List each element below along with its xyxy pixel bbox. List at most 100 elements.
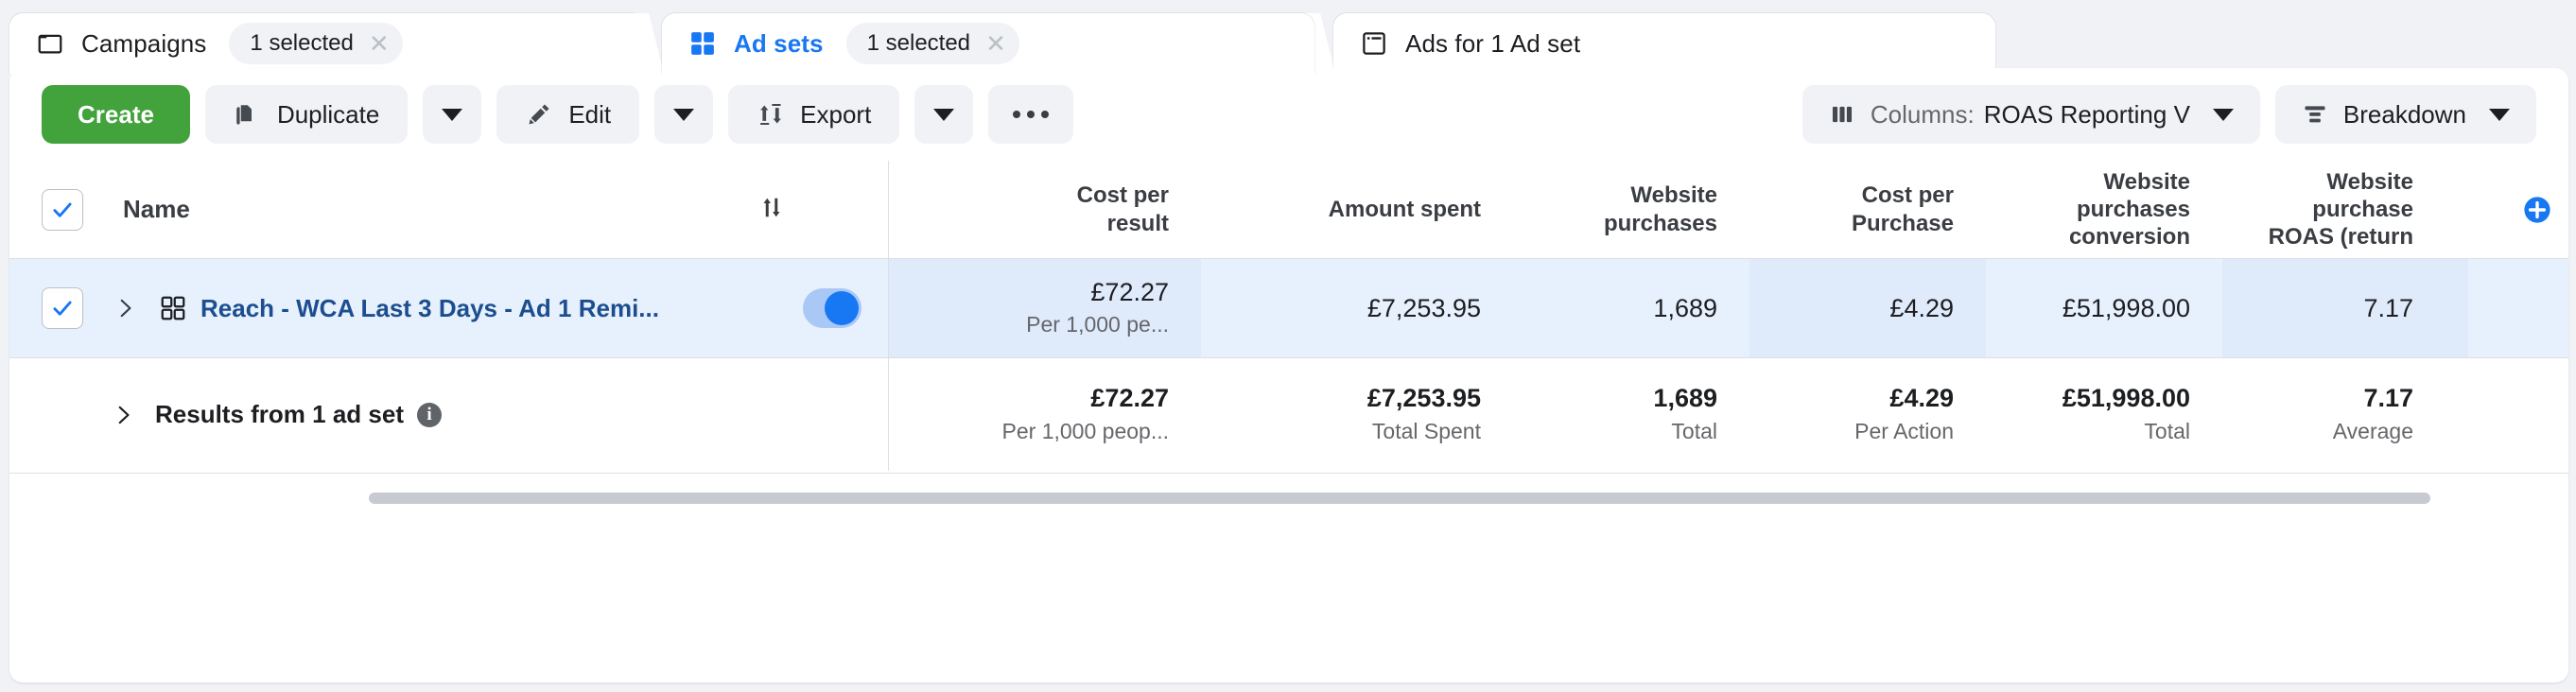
tab-campaigns-selected-count: 1 selected [250, 30, 354, 56]
cell-value: £51,998.00 [2062, 293, 2190, 322]
summary-cell-cost-per-result: £72.27 Per 1,000 peop... [889, 358, 1201, 471]
column-header-website-purchases[interactable]: Website purchases [1513, 161, 1749, 258]
row-name-cell: Reach - WCA Last 3 Days - Ad 1 Remi... [9, 259, 889, 357]
cell-value: £72.27 [1090, 384, 1169, 413]
cell-subtext: Total [2144, 418, 2190, 443]
tab-ad-sets-selected-count: 1 selected [866, 30, 971, 56]
cell-value: £4.29 [1889, 293, 1954, 322]
horizontal-scrollbar[interactable] [9, 486, 2568, 510]
summary-cell-website-purchase-roas: 7.17 Average [2222, 358, 2468, 471]
tab-ad-sets[interactable]: Ad sets 1 selected ✕ [662, 13, 1314, 74]
summary-name-cell: Results from 1 ad set i [9, 358, 889, 471]
column-header-label: Cost per Purchase [1851, 182, 1954, 236]
chevron-down-icon [673, 108, 695, 121]
tab-ad-sets-label: Ad sets [734, 28, 824, 58]
cell-value: 1,689 [1653, 384, 1717, 413]
duplicate-icon [234, 100, 262, 129]
cell-value: 7.17 [2363, 293, 2413, 322]
column-header-label: Website purchases [1603, 182, 1717, 236]
toggle-knob [825, 291, 859, 325]
column-header-website-purchases-conversion[interactable]: Website purchases conversion [1986, 161, 2222, 258]
cell-value: £4.29 [1889, 384, 1954, 413]
chevron-down-icon [2489, 108, 2510, 121]
column-header-amount-spent[interactable]: Amount spent [1201, 161, 1513, 258]
create-button[interactable]: Create [42, 85, 190, 144]
sort-updown-icon[interactable] [757, 193, 786, 226]
main-panel: Create Duplicate Edit Export Columns: RO… [9, 68, 2568, 683]
columns-button-prefix: Columns: [1870, 99, 1975, 129]
tab-ad-sets-selection-pill[interactable]: 1 selected ✕ [845, 23, 1020, 64]
summary-cell-website-purchases-conversion: £51,998.00 Total [1986, 358, 2222, 471]
tab-ads-for-ad-set[interactable]: Ads for 1 Ad set [1333, 13, 1995, 74]
cell-website-purchases[interactable]: 1,689 [1513, 259, 1749, 357]
summary-cell-website-purchases: 1,689 Total [1513, 358, 1749, 471]
pencil-icon [525, 100, 553, 129]
breakdown-button[interactable]: Breakdown [2274, 85, 2536, 144]
chevron-right-icon[interactable] [104, 296, 146, 320]
breakdown-button-label: Breakdown [2342, 99, 2466, 129]
export-dropdown-button[interactable] [914, 85, 974, 144]
ellipsis-icon [1013, 111, 1050, 118]
cell-cost-per-result[interactable]: £72.27 Per 1,000 pe... [889, 259, 1201, 357]
table-bottom-divider [9, 473, 2568, 474]
cell-subtext: Per Action [1854, 418, 1954, 443]
summary-cell-cost-per-purchase: £4.29 Per Action [1749, 358, 1986, 471]
column-header-label: Cost per result [1076, 182, 1169, 236]
chevron-down-icon [933, 108, 955, 121]
column-header-cost-per-purchase[interactable]: Cost per Purchase [1749, 161, 1986, 258]
edit-button[interactable]: Edit [496, 85, 640, 144]
duplicate-dropdown-button[interactable] [423, 85, 482, 144]
ad-sets-table: Name Cost per result Amount spent Websit… [9, 161, 2568, 683]
cell-value: £7,253.95 [1366, 293, 1481, 322]
folder-icon [36, 29, 64, 58]
cell-website-purchase-roas[interactable]: 7.17 [2222, 259, 2468, 357]
table-summary-row: Results from 1 ad set i £72.27 Per 1,000… [9, 357, 2568, 471]
toolbar: Create Duplicate Edit Export Columns: RO… [9, 68, 2568, 161]
tab-campaigns-label: Campaigns [81, 28, 207, 58]
column-header-label: Amount spent [1328, 196, 1481, 222]
cell-subtext: Average [2332, 418, 2413, 443]
column-header-cost-per-result[interactable]: Cost per result [889, 161, 1201, 258]
close-icon[interactable]: ✕ [367, 31, 392, 56]
close-icon[interactable]: ✕ [983, 31, 1008, 56]
scrollbar-thumb[interactable] [369, 493, 2430, 504]
cell-value: £7,253.95 [1366, 384, 1481, 413]
info-icon[interactable]: i [416, 402, 442, 427]
cell-subtext: Per 1,000 peop... [1001, 418, 1169, 443]
cell-value: £51,998.00 [2062, 384, 2190, 413]
grid-icon [688, 29, 717, 58]
ad-preview-icon [1360, 29, 1388, 58]
column-header-website-purchase-roas[interactable]: Website purchase ROAS (return [2222, 161, 2468, 258]
row-metrics: £72.27 Per 1,000 pe... £7,253.95 1,689 £… [889, 259, 2568, 357]
cell-cost-per-purchase[interactable]: £4.29 [1749, 259, 1986, 357]
table-header-row: Name Cost per result Amount spent Websit… [9, 161, 2568, 259]
table-row[interactable]: Reach - WCA Last 3 Days - Ad 1 Remi... £… [9, 259, 2568, 357]
tab-campaigns[interactable]: Campaigns 1 selected ✕ [9, 13, 645, 74]
export-button[interactable]: Export [728, 85, 900, 144]
row-checkbox[interactable] [42, 287, 83, 329]
cell-value: 1,689 [1653, 293, 1717, 322]
summary-cell-amount-spent: £7,253.95 Total Spent [1201, 358, 1513, 471]
tab-campaigns-selection-pill[interactable]: 1 selected ✕ [229, 23, 403, 64]
cell-subtext: Total [1671, 418, 1717, 443]
ad-set-name-link[interactable]: Reach - WCA Last 3 Days - Ad 1 Remi... [200, 294, 659, 323]
tab-ads-for-ad-set-label: Ads for 1 Ad set [1405, 28, 1581, 58]
select-all-checkbox[interactable] [42, 188, 83, 231]
column-header-label: Website purchase ROAS (return [2268, 168, 2413, 251]
columns-button[interactable]: Columns: ROAS Reporting V [1801, 85, 2260, 144]
cell-amount-spent[interactable]: £7,253.95 [1201, 259, 1513, 357]
columns-button-value: ROAS Reporting V [1983, 99, 2190, 129]
more-options-button[interactable] [988, 85, 1074, 144]
ad-set-status-toggle[interactable] [803, 288, 862, 328]
grid-icon [159, 294, 187, 322]
duplicate-button[interactable]: Duplicate [204, 85, 409, 144]
summary-label: Results from 1 ad set [155, 400, 404, 428]
edit-dropdown-button[interactable] [654, 85, 714, 144]
cell-website-purchases-conversion[interactable]: £51,998.00 [1986, 259, 2222, 357]
plus-circle-icon[interactable] [2521, 194, 2553, 226]
duplicate-button-label: Duplicate [276, 99, 380, 129]
table-header-metrics: Cost per result Amount spent Website pur… [889, 161, 2568, 258]
chevron-right-icon[interactable] [102, 403, 144, 427]
cell-value: 7.17 [2363, 384, 2413, 413]
tabs-bar: Campaigns 1 selected ✕ Ad sets 1 selecte… [0, 0, 2576, 74]
